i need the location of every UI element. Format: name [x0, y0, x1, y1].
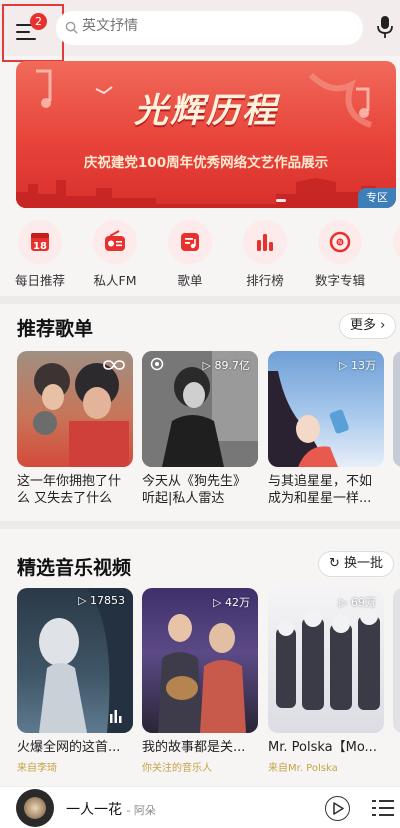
playlist-queue-icon[interactable] [372, 799, 394, 817]
section-divider [0, 296, 400, 304]
notification-badge: 2 [30, 13, 47, 30]
more-button[interactable]: 更多 › [339, 313, 397, 339]
video-source: 来自Mr. Polska [268, 763, 338, 774]
city-skyline-icon [16, 178, 396, 208]
infinity-icon [103, 360, 125, 370]
quick-item-album[interactable]: N 数字专辑 [302, 220, 378, 289]
refresh-button[interactable]: ↻ 换一批 [318, 551, 395, 577]
video-title: 我的故事都是关... [142, 740, 246, 755]
video-source: 你关注的音乐人 [142, 763, 212, 774]
videos-title: 精选音乐视频 [17, 557, 132, 579]
song-artist: - 阿朵 [126, 804, 156, 817]
album-disc-icon: N [329, 231, 351, 253]
now-playing[interactable]: 一人一花 - 阿朵 [66, 799, 156, 819]
quick-item-label: 私人FM [93, 273, 137, 288]
playlist-card[interactable]: ▷ 13万 与其追星星，不如成为和星星一样... [268, 351, 384, 507]
calendar-icon: 18 [31, 233, 49, 252]
playlist-card[interactable]: ▷ 89.7亿 今天从《狗先生》听起|私人雷达 [142, 351, 258, 507]
carousel-indicator [276, 199, 286, 202]
chevron-right-icon: › [380, 318, 386, 333]
play-icon [333, 802, 344, 815]
play-count: ▷ 17853 [78, 594, 125, 607]
banner-title: 光辉历程 [134, 91, 278, 131]
album-art[interactable] [16, 789, 54, 827]
video-card[interactable]: ▷ 69万 Mr. Polska【Mo... 来自Mr. Polska [268, 588, 384, 774]
radio-icon [105, 230, 125, 251]
playlist-card[interactable]: 这一年你拥抱了什么 又失去了什么 [17, 351, 133, 507]
menu-button[interactable]: 2 [2, 4, 64, 62]
quick-item-playlist[interactable]: 歌单 [152, 220, 228, 289]
calendar-day: 18 [33, 241, 47, 252]
radar-icon [150, 357, 164, 371]
quick-item-label: 排行榜 [246, 273, 284, 288]
play-count: ▷ 13万 [339, 359, 376, 372]
video-card[interactable]: ▷ 17853 火爆全网的这首... 来自李琦 [17, 588, 133, 774]
quick-item-charts[interactable]: 排行榜 [227, 220, 303, 289]
playlist-title: 与其追星星，不如成为和星星一样... [268, 474, 373, 506]
svg-text:N: N [338, 240, 342, 246]
quick-item-partial[interactable] [377, 220, 400, 264]
playlist-title: 今天从《狗先生》听起|私人雷达 [142, 474, 247, 506]
search-icon [65, 21, 78, 34]
quick-item-daily[interactable]: 18 每日推荐 [2, 220, 78, 289]
quick-item-label: 数字专辑 [314, 273, 365, 288]
play-button[interactable] [325, 796, 350, 821]
playlist-title: 这一年你拥抱了什么 又失去了什么 [17, 474, 122, 506]
quick-item-label: 每日推荐 [14, 273, 65, 288]
recommended-title: 推荐歌单 [17, 318, 94, 340]
play-count: ▷ 89.7亿 [202, 359, 250, 372]
section-divider [0, 521, 400, 529]
chart-bars-icon [257, 234, 273, 251]
promo-banner[interactable]: 光辉历程 庆祝建党100周年优秀网络文艺作品展示 专区 [16, 61, 396, 208]
quick-item-label: 歌单 [177, 273, 203, 288]
song-title: 一人一花 [66, 802, 122, 818]
video-card-partial[interactable] [393, 588, 400, 733]
play-count: ▷ 69万 [339, 596, 376, 609]
microphone-icon[interactable] [376, 15, 394, 39]
play-count: ▷ 42万 [213, 596, 250, 609]
banner-subtitle: 庆祝建党100周年优秀网络文艺作品展示 [83, 155, 329, 171]
search-bar[interactable] [56, 11, 363, 45]
equalizer-icon [110, 710, 122, 723]
video-card[interactable]: ▷ 42万 我的故事都是关... 你关注的音乐人 [142, 588, 258, 774]
mini-player[interactable]: 一人一花 - 阿朵 [0, 786, 400, 828]
playlist-card-partial[interactable] [393, 351, 400, 467]
video-source: 来自李琦 [17, 763, 57, 774]
video-title: Mr. Polska【Mo... [268, 740, 377, 755]
quick-nav: 18 每日推荐 私人FM 歌单 排行榜 N 数字专辑 [0, 220, 400, 290]
search-input[interactable] [82, 18, 332, 34]
playlist-icon [181, 233, 199, 251]
video-title: 火爆全网的这首... [17, 740, 121, 755]
refresh-icon: ↻ [329, 556, 340, 571]
banner-tag[interactable]: 专区 [358, 188, 396, 208]
quick-item-fm[interactable]: 私人FM [77, 220, 153, 289]
